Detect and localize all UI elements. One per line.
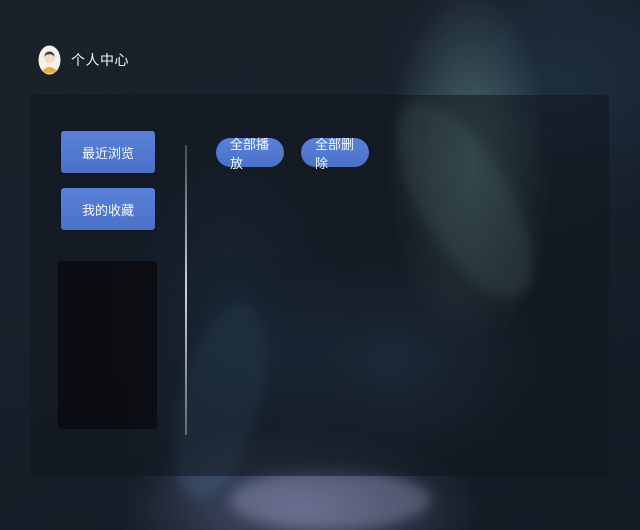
sidebar-item-favorites[interactable]: 我的收藏 — [61, 188, 155, 230]
content-panel: 最近浏览 我的收藏 全部播放 全部删除 — [31, 95, 609, 476]
play-all-button[interactable]: 全部播放 — [216, 138, 284, 172]
sidebar-preview-box — [58, 261, 157, 429]
user-avatar-icon[interactable] — [38, 45, 61, 75]
page-header: 个人中心 — [38, 44, 129, 76]
sidebar-item-recent[interactable]: 最近浏览 — [61, 131, 155, 173]
page-title: 个人中心 — [71, 53, 129, 69]
personal-center-page: 个人中心 最近浏览 我的收藏 全部播放 全部删除 — [0, 0, 640, 530]
background-streak — [230, 470, 430, 530]
delete-all-button[interactable]: 全部删除 — [301, 138, 369, 172]
vertical-divider — [185, 145, 187, 435]
